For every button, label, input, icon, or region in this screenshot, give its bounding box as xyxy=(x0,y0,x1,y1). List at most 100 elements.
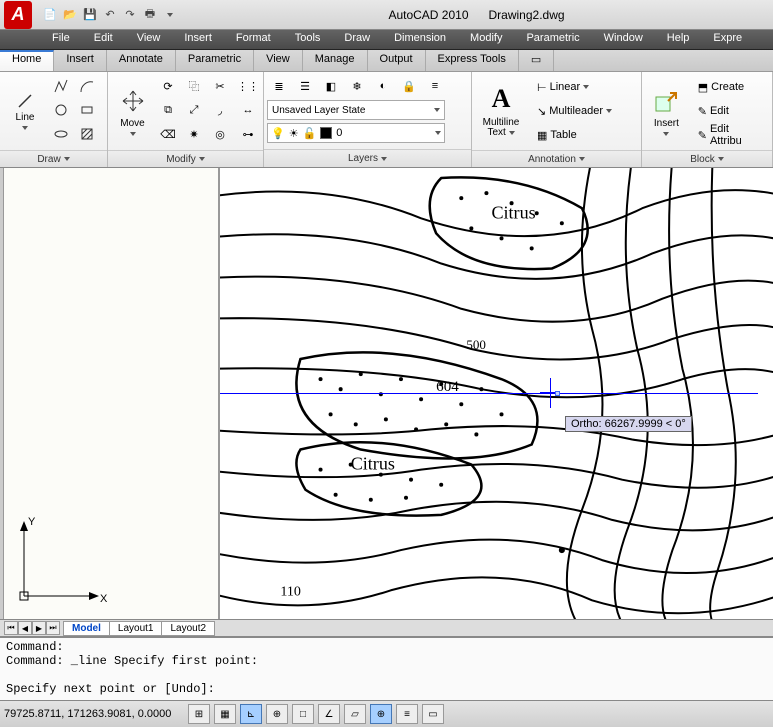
create-block-button[interactable]: ⬒Create xyxy=(694,77,765,97)
hatch-icon[interactable] xyxy=(75,123,99,145)
rotate-icon[interactable]: ⟳ xyxy=(156,75,180,97)
tab-manage[interactable]: Manage xyxy=(303,50,368,71)
layer-states-icon[interactable]: ☰ xyxy=(293,75,317,97)
qat-new-icon[interactable]: 📄 xyxy=(40,5,60,25)
menu-window[interactable]: Window xyxy=(592,30,655,49)
panel-block-label[interactable]: Block xyxy=(642,150,772,167)
layer-iso-icon[interactable]: ◧ xyxy=(319,75,343,97)
menu-format[interactable]: Format xyxy=(224,30,283,49)
qat-redo-icon[interactable]: ↷ xyxy=(120,5,140,25)
explode-icon[interactable]: ✷ xyxy=(182,123,206,145)
sheet-nav-next-icon[interactable]: ▶ xyxy=(32,621,46,635)
layer-off-icon[interactable]: ◐ xyxy=(371,75,395,97)
coordinates-readout[interactable]: 79725.8711, 171263.9081, 0.0000 xyxy=(4,708,184,720)
tab-parametric[interactable]: Parametric xyxy=(176,50,254,71)
mirror-icon[interactable]: ⧉ xyxy=(156,99,180,121)
layer-properties-icon[interactable]: ≣ xyxy=(267,75,291,97)
sheet-tab-layout1[interactable]: Layout1 xyxy=(109,621,163,636)
edit-block-button[interactable]: ✎Edit xyxy=(694,101,765,121)
join-icon[interactable]: ⊶ xyxy=(236,123,260,145)
command-window[interactable]: Command: Command: _line Specify first po… xyxy=(0,637,773,700)
polar-toggle[interactable]: ⊕ xyxy=(266,704,288,724)
qat-more-icon[interactable] xyxy=(160,5,180,25)
otrack-toggle[interactable]: ∠ xyxy=(318,704,340,724)
edit-block-icon: ✎ xyxy=(698,105,707,118)
insert-block-button[interactable]: Insert xyxy=(645,75,688,147)
offset-icon[interactable]: ◎ xyxy=(208,123,232,145)
ducs-toggle[interactable]: ▱ xyxy=(344,704,366,724)
snap-toggle[interactable]: ⊞ xyxy=(188,704,210,724)
layer-current-dropdown[interactable]: 💡 ☀ 🔓 0 xyxy=(267,123,445,143)
panel-annotation-label[interactable]: Annotation xyxy=(472,150,641,167)
layer-lock-icon[interactable]: 🔒 xyxy=(397,75,421,97)
erase-icon[interactable]: ⌫ xyxy=(156,123,180,145)
menu-parametric[interactable]: Parametric xyxy=(514,30,591,49)
multileader-button[interactable]: ↘Multileader xyxy=(533,101,616,121)
copy-icon[interactable]: ⿻ xyxy=(182,75,206,97)
panel-layers-label[interactable]: Layers xyxy=(264,149,471,167)
lwt-toggle[interactable]: ≡ xyxy=(396,704,418,724)
scale-icon[interactable]: ⤢ xyxy=(182,99,206,121)
table-button[interactable]: ▦Table xyxy=(533,125,616,145)
layer-match-icon[interactable]: ≡ xyxy=(423,75,447,97)
status-bar: 79725.8711, 171263.9081, 0.0000 ⊞ ▦ ⊾ ⊕ … xyxy=(0,700,773,727)
qat-print-icon[interactable]: 🖶 xyxy=(140,5,160,25)
multileader-icon: ↘ xyxy=(537,105,546,118)
tab-insert[interactable]: Insert xyxy=(54,50,107,71)
fillet-icon[interactable]: ◞ xyxy=(208,99,232,121)
app-menu-button[interactable]: A xyxy=(4,1,32,29)
model-viewport[interactable]: Citrus Citrus 604 500 110 Ortho: 66267.9… xyxy=(220,168,773,619)
edit-attr-button[interactable]: ✎Edit Attribu xyxy=(694,125,765,145)
tab-collapse-icon[interactable]: ▭ xyxy=(519,50,554,71)
menu-help[interactable]: Help xyxy=(655,30,702,49)
osnap-toggle[interactable]: □ xyxy=(292,704,314,724)
multiline-text-button[interactable]: A Multiline Text xyxy=(475,75,527,147)
menu-insert[interactable]: Insert xyxy=(172,30,224,49)
tab-view[interactable]: View xyxy=(254,50,303,71)
layer-state-dropdown[interactable]: Unsaved Layer State xyxy=(267,100,445,120)
grid-toggle[interactable]: ▦ xyxy=(214,704,236,724)
linear-dim-button[interactable]: ⊢Linear xyxy=(533,77,616,97)
qat-undo-icon[interactable]: ↶ xyxy=(100,5,120,25)
tab-annotate[interactable]: Annotate xyxy=(107,50,176,71)
layer-freeze-icon[interactable]: ❄ xyxy=(345,75,369,97)
panel-draw-label[interactable]: Draw xyxy=(0,150,107,167)
sheet-nav-last-icon[interactable]: ⏭ xyxy=(46,621,60,635)
menu-modify[interactable]: Modify xyxy=(458,30,514,49)
sheet-tab-layout2[interactable]: Layout2 xyxy=(161,621,215,636)
qat-save-icon[interactable]: 💾 xyxy=(80,5,100,25)
tab-output[interactable]: Output xyxy=(368,50,426,71)
polyline-icon[interactable] xyxy=(49,75,73,97)
panel-modify-label[interactable]: Modify xyxy=(108,150,263,167)
move-button[interactable]: Move xyxy=(111,75,154,147)
menu-tools[interactable]: Tools xyxy=(283,30,333,49)
array-icon[interactable]: ⋮⋮ xyxy=(236,75,260,97)
qat-open-icon[interactable]: 📂 xyxy=(60,5,80,25)
menu-draw[interactable]: Draw xyxy=(332,30,382,49)
table-icon: ▦ xyxy=(537,129,547,142)
ortho-toggle[interactable]: ⊾ xyxy=(240,704,262,724)
trim-icon[interactable]: ✂ xyxy=(208,75,232,97)
menu-edit[interactable]: Edit xyxy=(82,30,125,49)
sheet-nav-prev-icon[interactable]: ◀ xyxy=(18,621,32,635)
axis-y-label: Y xyxy=(28,516,35,528)
rectangle-icon[interactable] xyxy=(75,99,99,121)
ellipse-icon[interactable] xyxy=(49,123,73,145)
sheet-tab-model[interactable]: Model xyxy=(63,621,110,636)
tab-express[interactable]: Express Tools xyxy=(426,50,519,71)
drawing-area[interactable]: Y X xyxy=(0,168,773,619)
menu-view[interactable]: View xyxy=(125,30,173,49)
map-label-citrus-1: Citrus xyxy=(491,202,535,222)
dyn-toggle[interactable]: ⊕ xyxy=(370,704,392,724)
chevron-down-icon xyxy=(130,132,136,136)
tab-home[interactable]: Home xyxy=(0,50,54,71)
menu-express[interactable]: Expre xyxy=(701,30,754,49)
circle-icon[interactable] xyxy=(49,99,73,121)
qp-toggle[interactable]: ▭ xyxy=(422,704,444,724)
sheet-nav-first-icon[interactable]: ⏮ xyxy=(4,621,18,635)
arc-icon[interactable] xyxy=(75,75,99,97)
stretch-icon[interactable]: ↔ xyxy=(236,99,260,121)
menu-file[interactable]: File xyxy=(40,30,82,49)
menu-dimension[interactable]: Dimension xyxy=(382,30,458,49)
line-button[interactable]: Line xyxy=(3,75,47,147)
